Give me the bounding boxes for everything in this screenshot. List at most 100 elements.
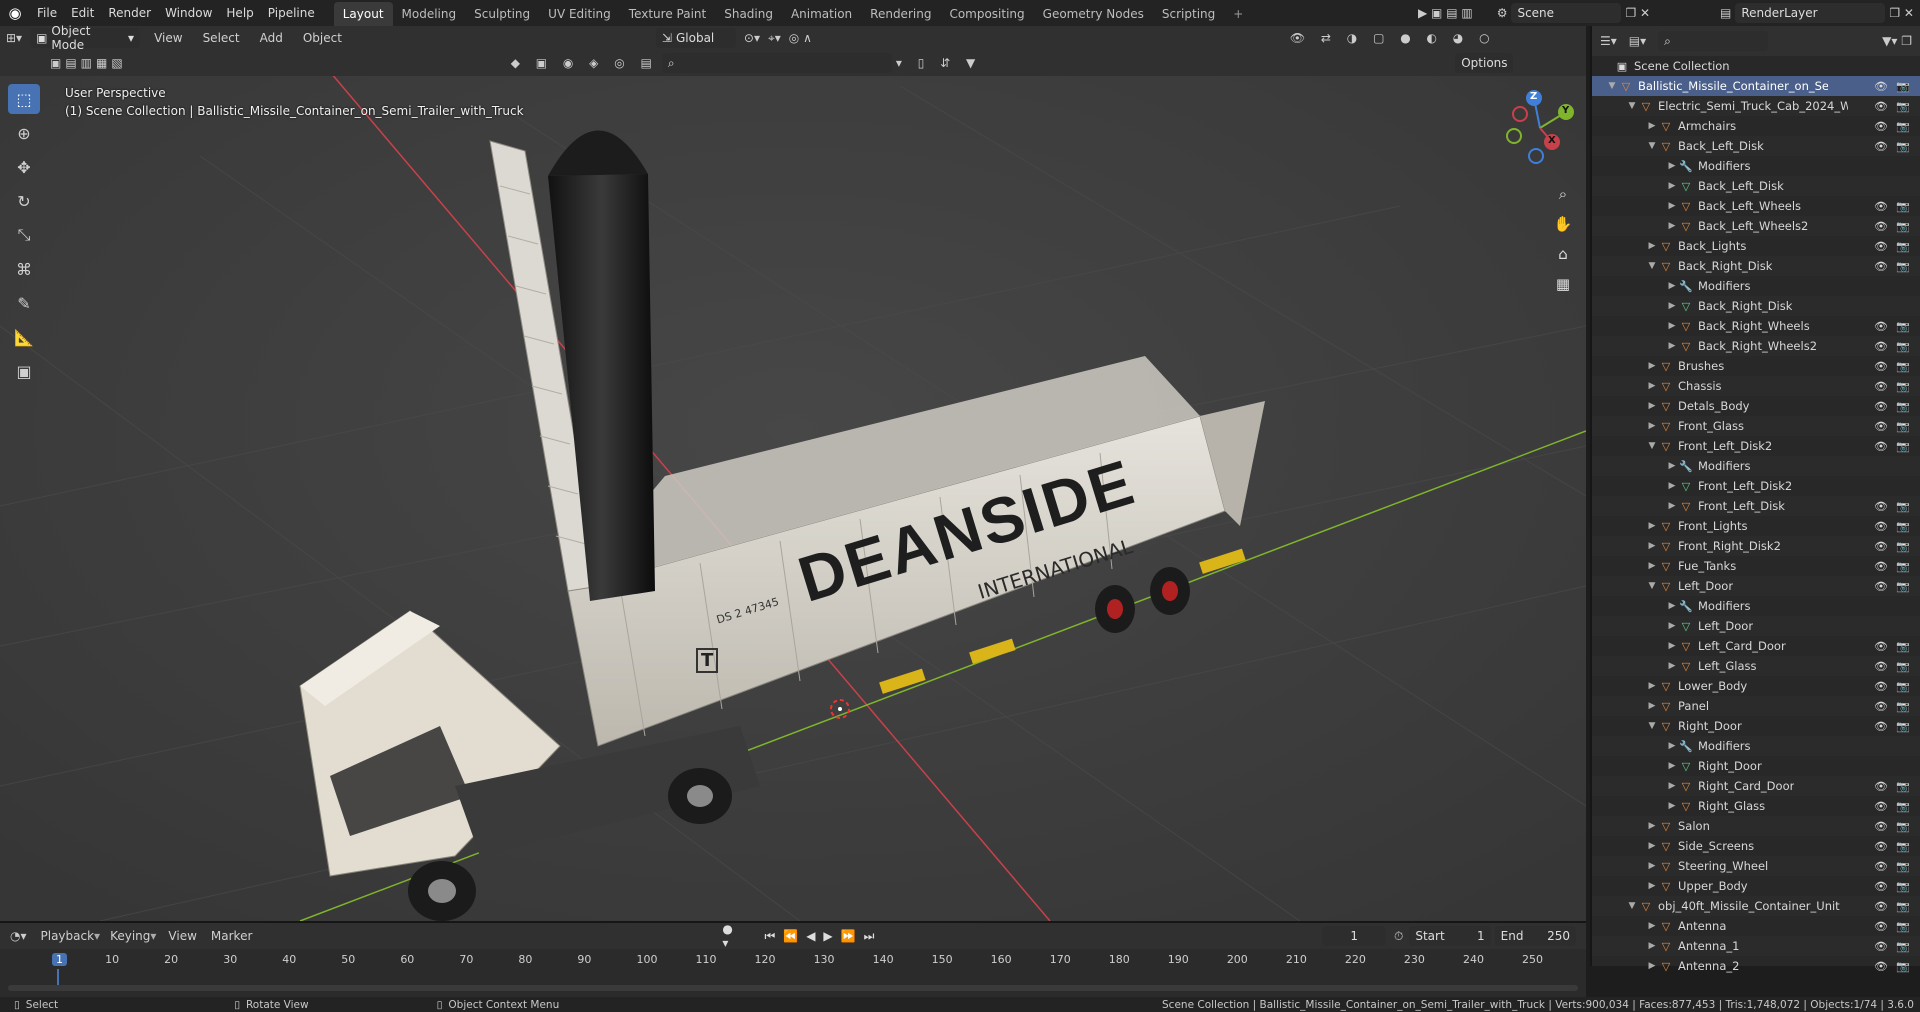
expand-right-icon[interactable]: ▶	[1646, 681, 1658, 691]
expand-right-icon[interactable]: ▶	[1666, 601, 1678, 611]
outliner-item[interactable]: ▶ ▽ Upper_Body 👁 📷	[1592, 876, 1920, 896]
expand-right-icon[interactable]: ▶	[1666, 201, 1678, 211]
render-camera-icon[interactable]: 📷	[1896, 200, 1910, 213]
outliner-item[interactable]: ▼ ▽ Right_Door 👁 📷	[1592, 716, 1920, 736]
gizmo-z-label[interactable]: Z	[1530, 91, 1537, 102]
camera-view-icon[interactable]: ⌂	[1550, 241, 1576, 267]
visibility-eye-icon[interactable]: 👁	[1874, 120, 1888, 133]
expand-right-icon[interactable]: ▶	[1646, 241, 1658, 251]
expand-right-icon[interactable]: ▶	[1646, 861, 1658, 871]
render-camera-icon[interactable]: 📷	[1896, 820, 1910, 833]
blender-logo-icon[interactable]: ◉	[0, 4, 30, 22]
tab-rendering[interactable]: Rendering	[861, 2, 940, 26]
tab-sculpting[interactable]: Sculpting	[465, 2, 539, 26]
measure-tool-icon[interactable]: 📐	[8, 322, 40, 352]
render-camera-icon[interactable]: 📷	[1896, 520, 1910, 533]
visibility-eye-icon[interactable]: 👁	[1874, 320, 1888, 333]
outliner-item[interactable]: ▶ ▽ Steering_Wheel 👁 📷	[1592, 856, 1920, 876]
expand-right-icon[interactable]: ▶	[1666, 341, 1678, 351]
options-button[interactable]: Options	[1455, 53, 1514, 73]
expand-right-icon[interactable]: ▶	[1666, 741, 1678, 751]
outliner-item[interactable]: ▶ ▽ Back_Lights 👁 📷	[1592, 236, 1920, 256]
visibility-eye-icon[interactable]: 👁	[1874, 360, 1888, 373]
mode-selector[interactable]: ▣ Object Mode ▾	[30, 24, 141, 52]
render-camera-icon[interactable]: 📷	[1896, 140, 1910, 153]
visibility-eye-icon[interactable]: 👁	[1874, 380, 1888, 393]
outliner-item[interactable]: ▶ ▽ Front_Left_Disk 👁 📷	[1592, 496, 1920, 516]
proportional-edit-icon[interactable]: ◎ ∧	[789, 31, 812, 45]
outliner-item[interactable]: ▶ 🔧 Modifiers	[1592, 596, 1920, 616]
menu-add[interactable]: Add	[254, 31, 289, 45]
render-camera-icon[interactable]: 📷	[1896, 440, 1910, 453]
visibility-eye-icon[interactable]: 👁	[1874, 80, 1888, 93]
viewport-search-input[interactable]: ⌕	[661, 53, 892, 73]
render-camera-icon[interactable]: 📷	[1896, 380, 1910, 393]
expand-down-icon[interactable]: ▼	[1626, 901, 1638, 911]
render-camera-icon[interactable]: 📷	[1896, 640, 1910, 653]
visibility-eye-icon[interactable]: 👁	[1874, 440, 1888, 453]
visibility-eye-icon[interactable]: 👁	[1874, 860, 1888, 873]
stopwatch-icon[interactable]: ⏱	[1394, 929, 1403, 944]
tab-modeling[interactable]: Modeling	[393, 2, 466, 26]
navigation-gizmo[interactable]: Z Y X	[1500, 88, 1580, 168]
expand-right-icon[interactable]: ▶	[1646, 881, 1658, 891]
menu-playback[interactable]: Playback	[41, 929, 95, 943]
outliner-item[interactable]: ▶ ▽ Brushes 👁 📷	[1592, 356, 1920, 376]
render-camera-icon[interactable]: 📷	[1896, 240, 1910, 253]
expand-right-icon[interactable]: ▶	[1666, 321, 1678, 331]
filter-icon[interactable]: ▼▾ ❐	[1882, 34, 1912, 48]
expand-down-icon[interactable]: ▼	[1606, 81, 1618, 91]
render-camera-icon[interactable]: 📷	[1896, 360, 1910, 373]
visibility-eye-icon[interactable]: 👁	[1874, 500, 1888, 513]
visibility-eye-icon[interactable]: 👁	[1874, 700, 1888, 713]
render-camera-icon[interactable]: 📷	[1896, 120, 1910, 133]
render-camera-icon[interactable]: 📷	[1896, 660, 1910, 673]
expand-right-icon[interactable]: ▶	[1646, 561, 1658, 571]
ortho-grid-icon[interactable]: ▦	[1550, 271, 1576, 297]
outliner-item[interactable]: ▶ ▽ Front_Left_Disk2	[1592, 476, 1920, 496]
visibility-eye-icon[interactable]: 👁	[1874, 840, 1888, 853]
outliner-item[interactable]: ▶ ▽ Antenna 👁 📷	[1592, 916, 1920, 936]
expand-right-icon[interactable]: ▶	[1646, 541, 1658, 551]
snap-icon[interactable]: ⌖▾	[768, 31, 781, 46]
cursor-tool-icon[interactable]: ⊕	[8, 118, 40, 148]
visibility-eye-icon[interactable]: 👁	[1874, 520, 1888, 533]
render-icon[interactable]: ▶ ▣ ▤ ▥	[1418, 6, 1473, 20]
expand-right-icon[interactable]: ▶	[1666, 761, 1678, 771]
render-camera-icon[interactable]: 📷	[1896, 420, 1910, 433]
tab-shading[interactable]: Shading	[715, 2, 782, 26]
3d-viewport[interactable]: DEANSIDE INTERNATIONAL DS 2 47345 T User…	[0, 26, 1586, 921]
expand-right-icon[interactable]: ▶	[1666, 801, 1678, 811]
record-icon[interactable]: ● ▾	[722, 922, 740, 950]
scene-collection-row[interactable]: ▣ Scene Collection	[1592, 56, 1920, 76]
expand-right-icon[interactable]: ▶	[1646, 921, 1658, 931]
outliner-item[interactable]: ▶ ▽ Fue_Tanks 👁 📷	[1592, 556, 1920, 576]
rotate-tool-icon[interactable]: ↻	[8, 186, 40, 216]
expand-down-icon[interactable]: ▼	[1646, 721, 1658, 731]
outliner-item[interactable]: ▶ ▽ Left_Card_Door 👁 📷	[1592, 636, 1920, 656]
editor-type-icon[interactable]: ⊞▾	[6, 31, 22, 45]
render-camera-icon[interactable]: 📷	[1896, 220, 1910, 233]
visibility-eye-icon[interactable]: 👁	[1874, 340, 1888, 353]
visibility-eye-icon[interactable]: 👁	[1874, 220, 1888, 233]
visibility-eye-icon[interactable]: 👁	[1874, 940, 1888, 953]
outliner-item[interactable]: ▼▽ Ballistic_Missile_Container_on_Semi_Tr…	[1592, 76, 1920, 96]
outliner-item[interactable]: ▶ 🔧 Modifiers	[1592, 456, 1920, 476]
tab-layout[interactable]: Layout	[333, 2, 393, 26]
outliner-search-input[interactable]: ⌕	[1658, 31, 1769, 51]
expand-right-icon[interactable]: ▶	[1646, 421, 1658, 431]
outliner-item[interactable]: ▼ ▽ obj_40ft_Missile_Container_Unit 👁 📷	[1592, 896, 1920, 916]
outliner-item[interactable]: ▶ ▽ Armchairs 👁 📷	[1592, 116, 1920, 136]
expand-right-icon[interactable]: ▶	[1666, 641, 1678, 651]
expand-right-icon[interactable]: ▶	[1666, 481, 1678, 491]
visibility-eye-icon[interactable]: 👁	[1874, 200, 1888, 213]
tab-scripting[interactable]: Scripting	[1153, 2, 1224, 26]
visibility-eye-icon[interactable]: 👁	[1874, 260, 1888, 273]
render-camera-icon[interactable]: 📷	[1896, 100, 1910, 113]
outliner-item[interactable]: ▶ ▽ Back_Left_Wheels2 👁 📷	[1592, 216, 1920, 236]
outliner-item[interactable]: ▶ ▽ Right_Card_Door 👁 📷	[1592, 776, 1920, 796]
render-camera-icon[interactable]: 📷	[1896, 900, 1910, 913]
render-camera-icon[interactable]: 📷	[1896, 700, 1910, 713]
end-frame-field[interactable]: End 250	[1494, 926, 1576, 946]
copy-layer-icon[interactable]: ❐ ✕	[1889, 6, 1914, 20]
